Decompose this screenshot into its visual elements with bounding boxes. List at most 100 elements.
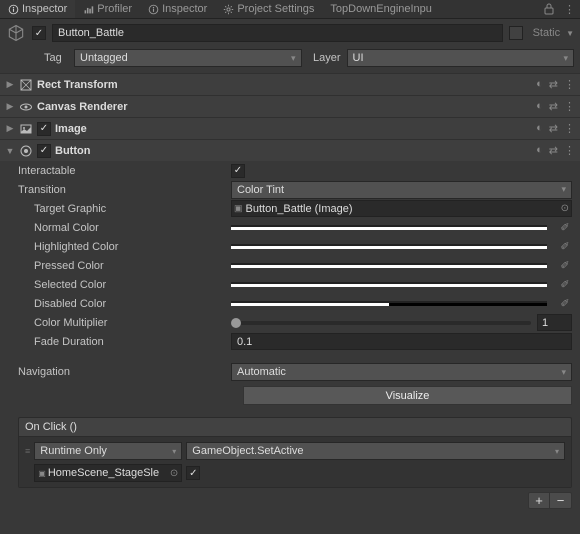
enabled-checkbox[interactable] — [37, 122, 51, 136]
prop-label: Target Graphic — [34, 203, 223, 215]
event-add-remove: + − — [0, 492, 572, 509]
function-dropdown[interactable]: GameObject.SetActive — [186, 442, 565, 460]
eyedropper-icon[interactable]: ✐ — [558, 297, 572, 310]
target-graphic-field[interactable]: ▣ Button_Battle (Image) ⊙ — [231, 200, 572, 217]
kebab-icon[interactable]: ⋮ — [564, 100, 575, 113]
canvas-renderer-icon — [19, 100, 33, 114]
visualize-button[interactable]: Visualize — [243, 386, 572, 405]
event-bool-checkbox[interactable] — [186, 466, 200, 480]
add-event-button[interactable]: + — [528, 492, 550, 509]
transition-dropdown[interactable]: Color Tint — [231, 181, 572, 199]
interactable-checkbox[interactable] — [231, 164, 245, 178]
eyedropper-icon[interactable]: ✐ — [558, 278, 572, 291]
image-icon — [19, 122, 33, 136]
object-picker-icon[interactable]: ⊙ — [561, 203, 569, 214]
color-multiplier-slider[interactable] — [231, 321, 531, 325]
tag-dropdown[interactable]: Untagged — [74, 49, 302, 67]
prop-label: Interactable — [18, 165, 223, 177]
tab-label: Profiler — [97, 3, 132, 15]
tab-label: Inspector — [162, 3, 207, 15]
tag-layer-row: Tag Untagged Layer UI — [0, 47, 580, 73]
gameobject-ref-icon: ▣ — [38, 469, 46, 478]
tab-bar: Inspector Profiler Inspector Project Set… — [0, 0, 580, 19]
layer-label: Layer — [308, 52, 341, 64]
info-icon — [8, 4, 19, 15]
prop-label: Pressed Color — [34, 260, 223, 272]
component-title: Canvas Renderer — [37, 101, 532, 113]
tab-profiler[interactable]: Profiler — [75, 0, 140, 18]
prop-interactable: Interactable — [0, 161, 580, 180]
fade-duration-field[interactable] — [231, 333, 572, 350]
foldout-icon[interactable]: ▶ — [5, 123, 15, 134]
foldout-icon[interactable]: ▶ — [5, 79, 15, 90]
enabled-checkbox[interactable] — [37, 144, 51, 158]
info-icon — [148, 4, 159, 15]
component-button[interactable]: ▼ Button ◐ ⇄ ⋮ — [0, 139, 580, 161]
color-multiplier-value[interactable] — [537, 314, 572, 331]
layer-dropdown[interactable]: UI — [347, 49, 575, 67]
eyedropper-icon[interactable]: ✐ — [558, 240, 572, 253]
tab-label: TopDownEngineInpu — [330, 3, 432, 15]
kebab-icon[interactable]: ⋮ — [559, 3, 580, 16]
object-picker-icon[interactable]: ⊙ — [170, 468, 178, 479]
button-icon — [19, 144, 33, 158]
help-icon[interactable]: ◐ — [536, 100, 543, 113]
prop-selected-color: Selected Color ✐ — [0, 275, 580, 294]
tab-label: Project Settings — [237, 3, 314, 15]
component-canvas-renderer[interactable]: ▶ Canvas Renderer ◐ ⇄ ⋮ — [0, 95, 580, 117]
lock-icon[interactable] — [539, 3, 559, 15]
component-title: Rect Transform — [37, 79, 532, 91]
help-icon[interactable]: ◐ — [536, 122, 543, 135]
kebab-icon[interactable]: ⋮ — [564, 144, 575, 157]
prop-label: Selected Color — [34, 279, 223, 291]
eyedropper-icon[interactable]: ✐ — [558, 221, 572, 234]
prop-label: Disabled Color — [34, 298, 223, 310]
prop-label: Navigation — [18, 366, 223, 378]
navigation-dropdown[interactable]: Automatic — [231, 363, 572, 381]
prop-navigation: Navigation Automatic — [0, 359, 580, 383]
component-rect-transform[interactable]: ▶ Rect Transform ◐ ⇄ ⋮ — [0, 73, 580, 95]
tab-inspector-2[interactable]: Inspector — [140, 0, 215, 18]
component-title: Button — [55, 145, 532, 157]
tab-asset[interactable]: TopDownEngineInpu — [322, 0, 437, 18]
foldout-icon[interactable]: ▼ — [5, 146, 15, 156]
settings-icon — [223, 4, 234, 15]
prop-fade-duration: Fade Duration — [0, 332, 580, 351]
static-checkbox[interactable] — [509, 26, 523, 40]
profiler-icon — [83, 4, 94, 15]
preset-icon[interactable]: ⇄ — [549, 78, 558, 91]
prop-label: Highlighted Color — [34, 241, 223, 253]
help-icon[interactable]: ◐ — [536, 78, 543, 91]
prop-label: Color Multiplier — [34, 317, 223, 329]
remove-event-button[interactable]: − — [550, 492, 572, 509]
preset-icon[interactable]: ⇄ — [549, 100, 558, 113]
prop-disabled-color: Disabled Color ✐ — [0, 294, 580, 313]
tab-inspector[interactable]: Inspector — [0, 0, 75, 18]
prop-highlighted-color: Highlighted Color ✐ — [0, 237, 580, 256]
tab-project-settings[interactable]: Project Settings — [215, 0, 322, 18]
static-label: Static — [533, 27, 561, 39]
kebab-icon[interactable]: ⋮ — [564, 122, 575, 135]
static-dropdown-arrow[interactable]: ▼ — [566, 29, 574, 38]
name-field[interactable] — [52, 24, 503, 42]
prop-pressed-color: Pressed Color ✐ — [0, 256, 580, 275]
preset-icon[interactable]: ⇄ — [549, 122, 558, 135]
tag-label: Tag — [44, 52, 68, 64]
onclick-event-box: On Click () ≡ Runtime Only GameObject.Se… — [18, 417, 572, 488]
runtime-dropdown[interactable]: Runtime Only — [34, 442, 182, 460]
tab-label: Inspector — [22, 3, 67, 15]
grip-icon[interactable]: ≡ — [25, 446, 30, 456]
active-checkbox[interactable] — [32, 26, 46, 40]
kebab-icon[interactable]: ⋮ — [564, 78, 575, 91]
eyedropper-icon[interactable]: ✐ — [558, 259, 572, 272]
component-image[interactable]: ▶ Image ◐ ⇄ ⋮ — [0, 117, 580, 139]
event-target-field[interactable]: ▣ HomeScene_StageSle ⊙ — [34, 464, 182, 482]
prop-normal-color: Normal Color ✐ — [0, 218, 580, 237]
prop-target-graphic: Target Graphic ▣ Button_Battle (Image) ⊙ — [0, 199, 580, 218]
preset-icon[interactable]: ⇄ — [549, 144, 558, 157]
component-title: Image — [55, 123, 532, 135]
help-icon[interactable]: ◐ — [536, 144, 543, 157]
event-header: On Click () — [19, 418, 571, 437]
gameobject-icon[interactable] — [6, 23, 26, 43]
foldout-icon[interactable]: ▶ — [5, 101, 15, 112]
